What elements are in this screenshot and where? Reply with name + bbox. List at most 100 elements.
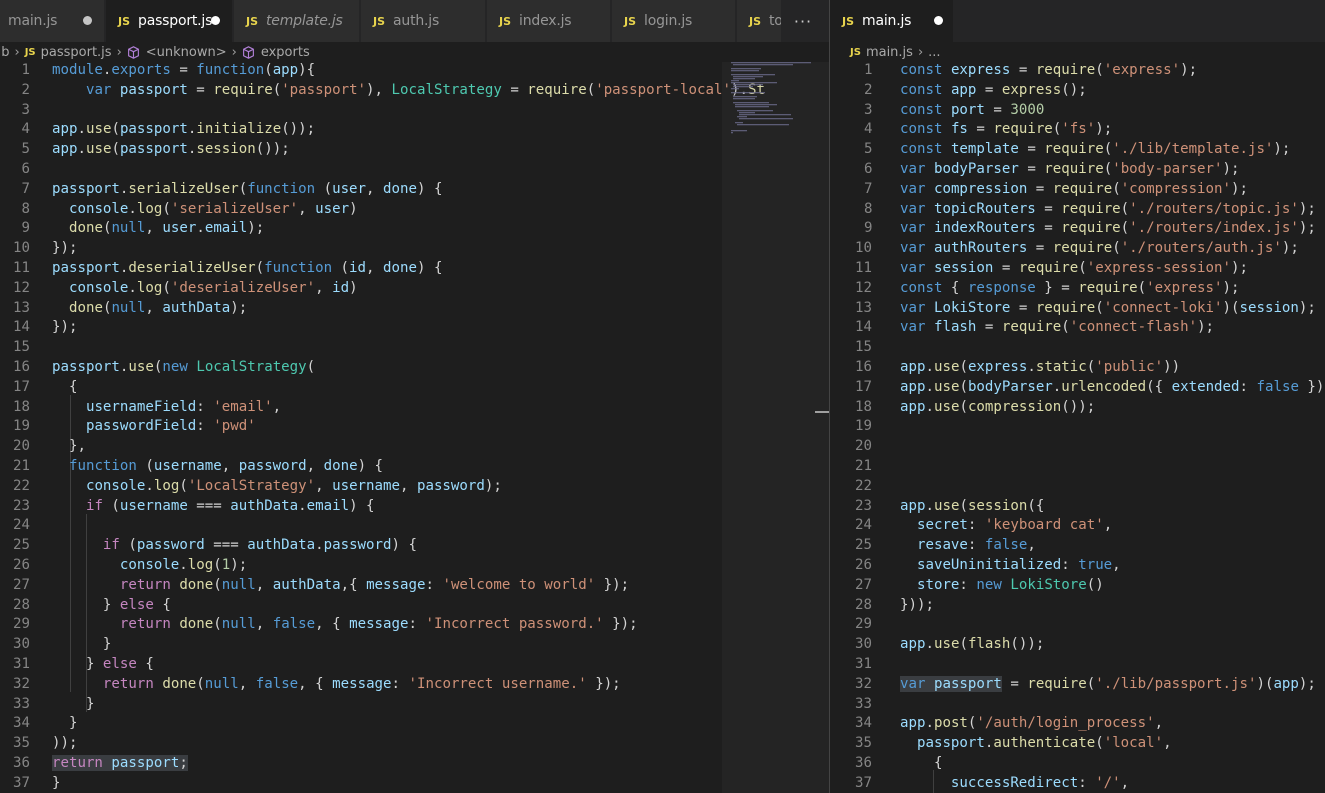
code-text: }); [52,318,77,338]
code-token: = [993,259,1019,276]
breadcrumb: lib › JS passport.js › <unknown> › expor… [0,42,829,62]
code-token: { [52,378,78,395]
code-token: ({ [1146,378,1172,395]
tab-login-js[interactable]: JS login.js [612,0,736,42]
code-token: ); [1231,180,1248,197]
code-token: ( [959,398,968,415]
code-token: username [153,457,222,474]
js-file-icon: JS [749,14,762,28]
code-token: password [238,457,307,474]
scrollbar-thumb[interactable] [815,411,829,413]
line-number: 27 [13,576,30,593]
code-token: './routers/auth.js' [1120,240,1282,257]
tab-label: auth.js [393,13,440,29]
code-token: . [128,200,137,217]
code-text: console.log('serializeUser', user) [52,200,358,220]
code-token: === [187,497,231,514]
code-text: var authRouters = require('./routers/aut… [900,239,1299,259]
minimap[interactable] [729,61,815,134]
code-text: const { response } = require('express'); [900,279,1240,299]
code-token: === [204,537,248,554]
code-token: ( [1095,299,1104,316]
code-token: ); [484,477,502,494]
code-token: app [1273,675,1299,692]
tab-main-js[interactable]: JS main.js [830,0,954,42]
code-token: 'connect-loki' [1103,299,1223,316]
unsaved-dot-icon[interactable] [83,16,92,25]
code-token: ()); [281,121,316,138]
code-token: successRedirect [950,774,1079,791]
code-token: ( [959,636,968,653]
breadcrumb-rest[interactable]: ... [928,45,940,60]
code-token: var [900,299,926,316]
code-text: passport.deserializeUser(function (id, d… [52,259,442,279]
left-editor-group: JS main.js JS passport.js JS template.js… [0,0,829,793]
code-token: require [1078,279,1138,296]
breadcrumb-symbol-exports[interactable]: exports [261,45,310,60]
tab-passport-js[interactable]: JS passport.js [106,0,233,42]
code-token: LocalStrategy [391,81,502,98]
code-token: ( [1120,200,1130,217]
code-token: initialize [196,121,282,138]
code-token: if [85,497,103,514]
code-token: deserializeUser [128,259,256,276]
code-token: ); [1197,319,1215,336]
code-token: app [900,358,926,375]
code-token: extended [1171,378,1240,395]
code-token: )); [52,735,78,752]
breadcrumb-file[interactable]: passport.js [41,45,112,60]
code-token: . [196,220,205,237]
code-token: use [933,636,960,653]
code-token: require [993,121,1053,138]
code-token: 'fs' [1061,121,1096,138]
code-token: message [332,675,392,692]
code-token: , [1103,517,1113,534]
code-token: ( [1086,358,1096,375]
code-token: , [255,616,273,633]
code-token: : [967,537,985,554]
code-token: done [162,675,197,692]
more-actions-icon[interactable]: ··· [781,0,825,42]
line-number: 36 [855,754,872,771]
breadcrumb-file[interactable]: main.js [866,45,913,60]
line-number: 9 [864,220,873,237]
line-number: 10 [13,240,30,257]
code-token: ( [315,180,333,197]
code-token: require [1052,240,1113,257]
code-token: = [1027,180,1053,197]
breadcrumb-folder[interactable]: lib [0,45,9,60]
unsaved-dot-icon[interactable] [211,16,220,25]
code-text: app.use(passport.session()); [52,140,290,160]
code-token: , [145,220,163,237]
tab-auth-js[interactable]: JS auth.js [361,0,486,42]
symbol-cube-icon [127,45,139,59]
tab-template-js[interactable]: JS template.js [234,0,360,42]
minimap-slider[interactable] [722,62,829,793]
code-token: 'passport-local' [595,81,731,98]
code-token: require [1061,200,1121,217]
code-text: passport.authenticate('local', [900,734,1172,754]
code-token: session [1239,299,1299,316]
code-token: 'express-session' [1086,259,1231,276]
code-token: ( [586,81,596,98]
code-token: const [900,101,943,118]
tab-index-js[interactable]: JS index.js [487,0,611,42]
code-token: express [967,358,1028,375]
code-token: } = [1035,279,1079,296]
tab-main-js[interactable]: JS main.js [0,0,105,42]
code-token: , [221,457,239,474]
code-token: = [1018,160,1045,177]
code-token: user [315,200,350,217]
code-token: app [950,81,977,98]
code-token: passport [52,180,120,197]
unsaved-dot-icon[interactable] [934,16,943,25]
code-token: }); [52,240,78,257]
line-number: 25 [13,537,30,554]
code-text: } [52,695,95,715]
code-text: } else { [52,655,154,675]
breadcrumb-symbol-unknown[interactable]: <unknown> [146,45,227,60]
